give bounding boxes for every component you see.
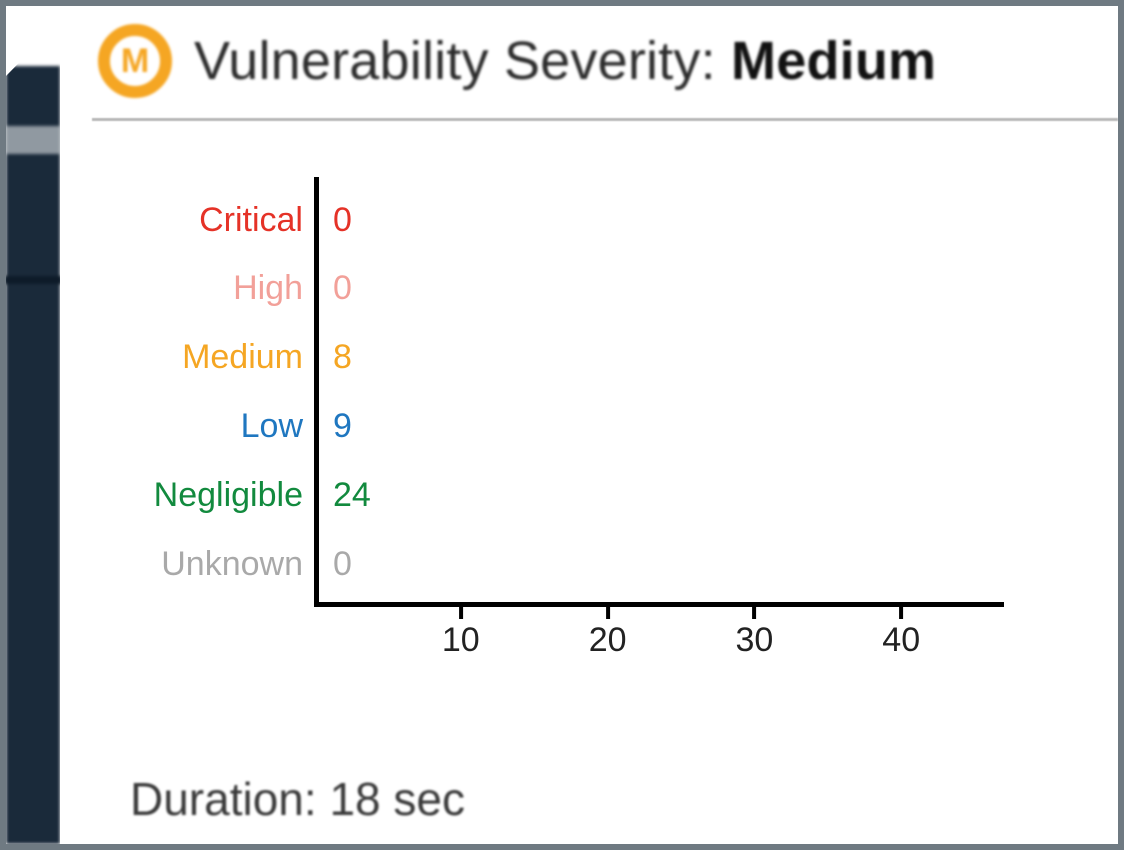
- vulnerability-panel: M Vulnerability Severity: Medium Critica…: [60, 6, 1118, 844]
- panel-header: M Vulnerability Severity: Medium: [84, 20, 1094, 118]
- panel-title: Vulnerability Severity: Medium: [194, 30, 936, 92]
- panel-title-prefix: Vulnerability Severity:: [194, 31, 716, 91]
- duration-label: Duration:: [130, 773, 317, 825]
- x-tick: 10: [442, 607, 480, 660]
- category-label: Negligible: [154, 476, 303, 515]
- bar-value: 8: [333, 338, 352, 377]
- header-divider: [92, 118, 1118, 121]
- category-label: High: [233, 269, 303, 308]
- panel-title-severity: Medium: [731, 31, 936, 91]
- bar-value: 9: [333, 407, 352, 446]
- x-tick: 40: [882, 607, 920, 660]
- bar-row-negligible: Negligible24: [319, 468, 371, 522]
- severity-badge-icon: M: [98, 24, 172, 98]
- severity-badge-letter: M: [121, 44, 149, 78]
- category-label: Low: [241, 407, 303, 446]
- sidebar-strip: [6, 66, 60, 844]
- category-label: Medium: [182, 338, 303, 377]
- bar-row-unknown: Unknown0: [319, 537, 352, 591]
- bar-row-medium: Medium8: [319, 331, 352, 385]
- x-tick: 30: [736, 607, 774, 660]
- duration-footer: Duration: 18 sec: [130, 772, 465, 826]
- bar-row-critical: Critical0: [319, 193, 352, 247]
- severity-bar-chart: Critical0High0Medium8Low9Negligible24Unk…: [124, 177, 1034, 687]
- bar-value: 0: [333, 269, 352, 308]
- duration-value: 18 sec: [329, 773, 465, 825]
- bar-value: 24: [333, 476, 371, 515]
- bar-row-high: High0: [319, 262, 352, 316]
- category-label: Unknown: [161, 545, 303, 584]
- chart-plot-area: Critical0 High0 Medium8 Low9 Negligible24 Unk…: [314, 177, 1004, 607]
- x-tick: 20: [589, 607, 627, 660]
- bar-value: 0: [333, 545, 352, 584]
- category-label: Critical: [199, 201, 303, 240]
- panel-frame: M Vulnerability Severity: Medium Critica…: [0, 0, 1124, 850]
- bar-value: 0: [333, 201, 352, 240]
- chart-x-axis: 10 20 30 40: [314, 607, 1004, 667]
- bar-row-low: Low9: [319, 399, 352, 453]
